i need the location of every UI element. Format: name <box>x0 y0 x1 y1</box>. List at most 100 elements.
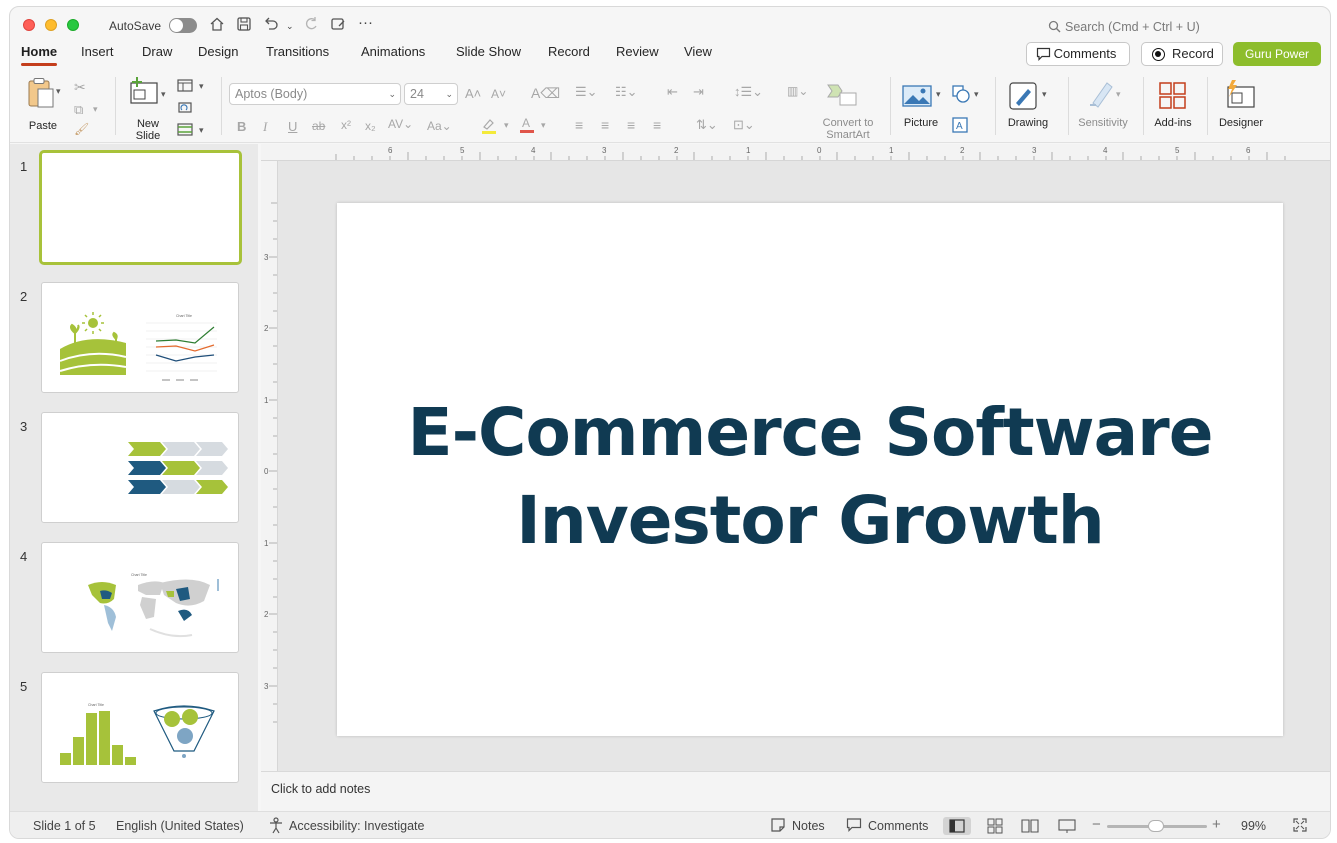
drawing-dropdown-icon[interactable]: ▾ <box>1042 89 1047 100</box>
drawing-icon[interactable] <box>1008 81 1038 114</box>
new-slide-dropdown-icon[interactable]: ▾ <box>161 89 166 100</box>
reading-view-button[interactable] <box>1016 817 1044 835</box>
slide-sorter-button[interactable] <box>981 817 1009 835</box>
underline-icon[interactable]: U <box>288 119 297 134</box>
italic-icon[interactable]: I <box>263 119 267 135</box>
font-size-dropdown[interactable]: 24 ⌄ <box>404 83 458 105</box>
sensitivity-icon[interactable] <box>1087 79 1115 112</box>
tab-animations[interactable]: Animations <box>361 44 425 59</box>
smartart-icon[interactable] <box>826 83 858 110</box>
layout-icon[interactable] <box>177 79 193 95</box>
shapes-dropdown-icon[interactable]: ▾ <box>974 89 979 100</box>
convert-smartart-label-2[interactable]: SmartArt <box>816 129 880 141</box>
notes-icon[interactable] <box>770 817 786 836</box>
convert-smartart-label-1[interactable]: Convert to <box>816 117 880 129</box>
more-icon[interactable]: ··· <box>358 14 373 31</box>
designer-label[interactable]: Designer <box>1214 117 1268 129</box>
shapes-icon[interactable] <box>952 85 970 106</box>
tab-draw[interactable]: Draw <box>142 44 172 59</box>
new-slide-button[interactable]: New Slide <box>127 77 169 142</box>
align-left-icon[interactable]: ≡ <box>575 117 583 133</box>
align-text-icon[interactable]: ⊡⌄ <box>733 117 755 133</box>
strikethrough-icon[interactable]: ab <box>312 119 325 133</box>
accessibility-status[interactable]: Accessibility: Investigate <box>289 819 424 833</box>
language-indicator[interactable]: English (United States) <box>116 819 244 833</box>
text-direction-icon[interactable]: ⇅⌄ <box>696 117 718 133</box>
columns-icon[interactable]: ▥⌄ <box>787 84 808 98</box>
drawing-label[interactable]: Drawing <box>1004 117 1052 129</box>
save-icon[interactable] <box>236 16 252 36</box>
cut-icon[interactable]: ✂ <box>74 79 86 96</box>
increase-indent-icon[interactable]: ⇥ <box>693 84 704 100</box>
slide-canvas[interactable]: E-Commerce Software Investor Growth <box>337 203 1283 736</box>
justify-icon[interactable]: ≡ <box>653 117 661 133</box>
font-color-icon[interactable]: A <box>519 115 535 136</box>
undo-dropdown-icon[interactable]: ⌄ <box>286 21 294 32</box>
increase-font-icon[interactable]: A˄ <box>465 86 481 101</box>
align-right-icon[interactable]: ≡ <box>627 117 635 133</box>
tab-view[interactable]: View <box>684 44 712 59</box>
notes-toggle[interactable]: Notes <box>792 819 825 833</box>
slide-thumbnail-1[interactable] <box>39 150 242 265</box>
reset-icon[interactable] <box>177 101 193 117</box>
comments-toggle[interactable]: Comments <box>868 819 928 833</box>
subscript-icon[interactable]: x₂ <box>365 119 376 133</box>
section-dropdown-icon[interactable]: ▾ <box>199 125 204 136</box>
guru-power-button[interactable]: Guru Power <box>1233 42 1321 66</box>
close-window-button[interactable] <box>23 19 35 31</box>
add-ins-label[interactable]: Add-ins <box>1151 117 1195 129</box>
change-case-icon[interactable]: Aa⌄ <box>427 119 452 133</box>
bullets-icon[interactable]: ☰⌄ <box>575 84 598 100</box>
zoom-slider-knob[interactable] <box>1148 820 1164 832</box>
zoom-window-button[interactable] <box>67 19 79 31</box>
undo-icon[interactable] <box>263 16 279 36</box>
vertical-ruler[interactable]: 3 2 1 0 1 2 3 <box>261 161 278 771</box>
accessibility-icon[interactable] <box>268 817 284 838</box>
sensitivity-label[interactable]: Sensitivity <box>1074 117 1132 129</box>
tab-insert[interactable]: Insert <box>81 44 114 59</box>
picture-icon[interactable] <box>902 84 932 111</box>
present-icon[interactable] <box>330 16 346 36</box>
decrease-indent-icon[interactable]: ⇤ <box>667 84 678 100</box>
paste-dropdown-icon[interactable]: ▾ <box>56 86 61 97</box>
copy-icon[interactable]: ⧉ <box>74 102 83 118</box>
slide-show-button[interactable] <box>1053 817 1081 835</box>
bold-icon[interactable]: B <box>237 119 246 134</box>
tab-home[interactable]: Home <box>21 44 58 66</box>
search-box[interactable]: Search (Cmd + Ctrl + U) <box>1048 20 1200 34</box>
line-spacing-icon[interactable]: ↕☰⌄ <box>734 84 763 100</box>
numbering-icon[interactable]: ☷⌄ <box>615 84 638 100</box>
redo-icon[interactable] <box>303 16 319 36</box>
section-icon[interactable] <box>177 123 193 139</box>
superscript-icon[interactable]: x² <box>341 118 351 132</box>
highlight-dropdown-icon[interactable]: ▾ <box>504 120 509 131</box>
minimize-window-button[interactable] <box>45 19 57 31</box>
copy-dropdown-icon[interactable]: ▾ <box>93 104 98 115</box>
tab-record[interactable]: Record <box>548 44 590 59</box>
slide-title[interactable]: E-Commerce Software Investor Growth <box>337 389 1283 565</box>
home-icon[interactable] <box>209 16 225 36</box>
align-center-icon[interactable]: ≡ <box>601 117 609 133</box>
slide-editor[interactable]: 6 5 4 3 2 1 0 1 2 3 4 5 6 3 2 1 0 1 2 3 … <box>261 144 1330 771</box>
slide-thumbnail-2[interactable]: Chart Title <box>41 282 239 393</box>
add-ins-icon[interactable] <box>1159 82 1187 113</box>
tab-review[interactable]: Review <box>616 44 659 59</box>
slide-thumbnail-5[interactable]: Chart Title <box>41 672 239 783</box>
comment-icon[interactable] <box>846 817 862 836</box>
highlight-icon[interactable] <box>480 116 498 137</box>
picture-label[interactable]: Picture <box>898 117 944 129</box>
sensitivity-dropdown-icon[interactable]: ▾ <box>1116 89 1121 100</box>
font-color-dropdown-icon[interactable]: ▾ <box>541 120 546 131</box>
zoom-in-button[interactable]: + <box>1212 816 1221 833</box>
format-painter-icon[interactable]: 🖌 <box>74 122 89 136</box>
tab-slide-show[interactable]: Slide Show <box>456 44 521 59</box>
record-button[interactable]: Record <box>1141 42 1223 66</box>
autosave-toggle[interactable] <box>169 18 197 33</box>
picture-dropdown-icon[interactable]: ▾ <box>936 89 941 100</box>
slide-thumbnail-4[interactable]: Chart Title <box>41 542 239 653</box>
zoom-level[interactable]: 99% <box>1241 819 1266 833</box>
clear-formatting-icon[interactable]: A⌫ <box>531 85 560 102</box>
font-name-dropdown[interactable]: Aptos (Body) ⌄ <box>229 83 401 105</box>
character-spacing-icon[interactable]: AV⌄ <box>388 117 413 131</box>
horizontal-ruler[interactable]: 6 5 4 3 2 1 0 1 2 3 4 5 6 <box>261 144 1330 161</box>
